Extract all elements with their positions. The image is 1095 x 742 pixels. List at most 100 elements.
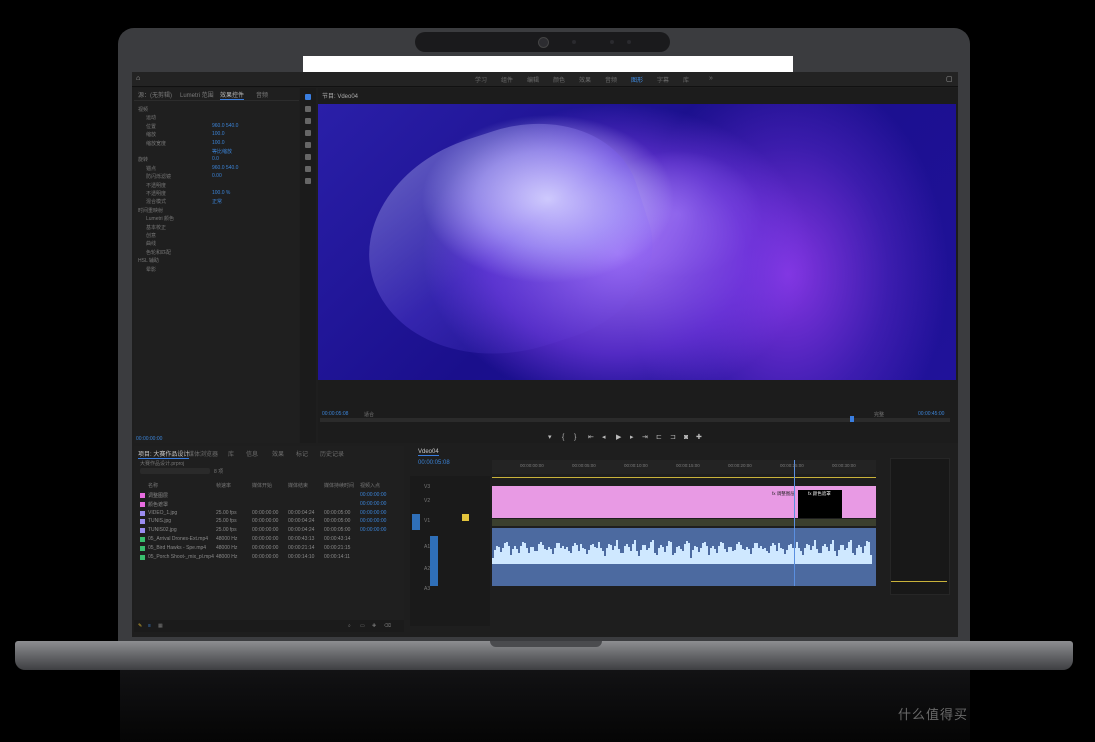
tab-history[interactable]: 历史记录 bbox=[320, 449, 344, 458]
tools-panel bbox=[300, 88, 316, 443]
cell-end: 00:00:04:24 bbox=[288, 509, 315, 516]
audio-clip[interactable] bbox=[492, 528, 876, 586]
project-item[interactable]: 05_Arrival Drones-Ext.mp4 48000 Hz 00:00:0… bbox=[140, 536, 396, 544]
slip-tool-icon[interactable] bbox=[305, 142, 311, 148]
new-item-icon[interactable]: ✚ bbox=[372, 623, 376, 629]
laptop-shadow bbox=[120, 670, 970, 742]
hand-tool-icon[interactable] bbox=[305, 166, 311, 172]
tab-media-browser[interactable]: 媒体浏览器 bbox=[188, 449, 218, 458]
workspace-tab[interactable]: 学习 bbox=[475, 75, 487, 84]
type-tool-icon[interactable] bbox=[305, 178, 311, 184]
column-header[interactable]: 名称 bbox=[148, 482, 158, 489]
project-item[interactable]: 颜色遮罩 00:00:00:00 bbox=[140, 501, 396, 509]
effect-row-value[interactable]: 等比缩放 bbox=[212, 148, 232, 155]
timeline-playhead[interactable] bbox=[794, 460, 795, 586]
mark-in-icon[interactable]: { bbox=[562, 434, 569, 441]
tab-effects[interactable]: 效果 bbox=[272, 449, 284, 458]
workspace-tab[interactable]: 库 bbox=[683, 75, 689, 84]
button-editor-icon[interactable]: ✚ bbox=[696, 434, 703, 441]
cell-fps: 25.00 fps bbox=[216, 509, 237, 516]
project-item[interactable]: TUNIS02.jpg 25.00 fps 00:00:00:00 00:00:04:… bbox=[140, 527, 396, 535]
track-select-tool-icon[interactable] bbox=[305, 106, 311, 112]
tab-libraries[interactable]: 库 bbox=[228, 449, 234, 458]
icon-view-icon[interactable]: ▦ bbox=[158, 623, 163, 629]
export-frame-icon[interactable]: ◙ bbox=[684, 434, 691, 441]
effect-row-value[interactable]: 960.0 540.0 bbox=[212, 165, 238, 171]
project-panel: 项目: 大赛作品设计 媒体浏览器 库 信息 效果 标记 历史记录 大赛作品设计.… bbox=[134, 446, 404, 632]
panel-tab[interactable]: 源：(无剪辑) bbox=[138, 90, 172, 99]
effect-row-value[interactable]: 100.0 % bbox=[212, 190, 230, 196]
monitor-scrubber[interactable] bbox=[320, 418, 950, 422]
tab-markers[interactable]: 标记 bbox=[296, 449, 308, 458]
search-input[interactable] bbox=[140, 468, 210, 474]
work-area-bar[interactable] bbox=[492, 477, 876, 478]
column-header[interactable]: 媒体开始 bbox=[252, 482, 272, 489]
fullscreen-icon[interactable]: ▢ bbox=[946, 75, 953, 83]
marker-icon[interactable]: ▾ bbox=[548, 434, 555, 441]
monitor-title[interactable]: 节目: Vdeo04 bbox=[322, 91, 358, 100]
workspace-tab[interactable]: 编辑 bbox=[527, 75, 539, 84]
fit-dropdown[interactable]: 适合 bbox=[364, 411, 374, 418]
project-item[interactable]: 05_Porch Shoot-_mix_pl.mp4 48000 Hz 00:00:… bbox=[140, 554, 396, 562]
column-header[interactable]: 视频入点 bbox=[360, 482, 380, 489]
razor-tool-icon[interactable] bbox=[305, 130, 311, 136]
step-back-icon[interactable]: ◂ bbox=[602, 434, 609, 441]
item-count: 8 项 bbox=[214, 469, 224, 475]
panel-tab[interactable]: Lumetri 范围 bbox=[180, 90, 214, 99]
search-icon[interactable]: ⌕ bbox=[348, 623, 351, 629]
overwrite-icon[interactable]: ⊐ bbox=[670, 434, 677, 441]
sequence-tab[interactable]: Vdeo04 bbox=[418, 449, 439, 456]
ripple-edit-tool-icon[interactable] bbox=[305, 118, 311, 124]
workspace-tab[interactable]: 音频 bbox=[605, 75, 617, 84]
quality-dropdown[interactable]: 完整 bbox=[874, 411, 884, 418]
project-item[interactable]: 05_Bird Hawks - Spe.mp4 48000 Hz 00:00:00:… bbox=[140, 545, 396, 553]
effect-row-value[interactable]: 正常 bbox=[212, 198, 222, 205]
panel-tab-active[interactable]: 效果控件 bbox=[220, 90, 245, 100]
effect-row-value[interactable]: 0.0 bbox=[212, 156, 219, 162]
home-icon[interactable]: ⌂ bbox=[136, 75, 140, 82]
source-patch-a1[interactable] bbox=[430, 536, 438, 586]
workspace-tab[interactable]: 颜色 bbox=[553, 75, 565, 84]
workspace-tab-active[interactable]: 图形 bbox=[631, 75, 643, 84]
mark-out-icon[interactable]: } bbox=[574, 434, 581, 441]
pencil-icon[interactable]: ✎ bbox=[138, 623, 142, 629]
playhead-marker[interactable] bbox=[850, 416, 854, 422]
project-item[interactable]: TUNIS.jpg 25.00 fps 00:00:00:00 00:00:04:24… bbox=[140, 518, 396, 526]
panel-tab[interactable]: 音频 bbox=[256, 90, 268, 99]
source-patch-v1[interactable] bbox=[412, 514, 420, 530]
more-icon[interactable]: » bbox=[709, 75, 713, 82]
pen-tool-icon[interactable] bbox=[305, 154, 311, 160]
tab-project[interactable]: 项目: 大赛作品设计 bbox=[138, 449, 190, 459]
play-icon[interactable]: ▶ bbox=[616, 434, 623, 441]
cell-end: 00:00:04:24 bbox=[288, 518, 315, 525]
column-header[interactable]: 帧速率 bbox=[216, 482, 231, 489]
cell-duration: 00:00:05:00 bbox=[324, 527, 351, 534]
new-bin-icon[interactable]: ▭ bbox=[360, 623, 365, 629]
cell-duration: 00:00:05:00 bbox=[324, 509, 351, 516]
workspace-tab[interactable]: 组件 bbox=[501, 75, 513, 84]
cell-name: 05_Porch Shoot-_mix_pl.mp4 bbox=[148, 553, 214, 560]
column-header[interactable]: 媒体结束 bbox=[288, 482, 308, 489]
go-to-in-icon[interactable]: ⇤ bbox=[588, 434, 595, 441]
effect-row-value[interactable]: 100.0 bbox=[212, 140, 225, 146]
ruler-tick: 00:00:10:00 bbox=[624, 463, 648, 468]
sync-lock-icon[interactable] bbox=[462, 514, 469, 521]
column-header[interactable]: 媒体持续时间 bbox=[324, 482, 354, 489]
workspace-tab[interactable]: 字幕 bbox=[657, 75, 669, 84]
project-item[interactable]: VIDEO_1.jpg 25.00 fps 00:00:00:00 00:00:04:… bbox=[140, 510, 396, 518]
timeline-timecode: 00:00:05:08 bbox=[418, 460, 450, 466]
insert-icon[interactable]: ⊏ bbox=[656, 434, 663, 441]
step-forward-icon[interactable]: ▸ bbox=[630, 434, 637, 441]
track-separator bbox=[492, 519, 876, 526]
effect-row-value[interactable]: 0.00 bbox=[212, 173, 222, 179]
list-view-icon[interactable]: ≡ bbox=[148, 623, 151, 629]
workspace-tab[interactable]: 效果 bbox=[579, 75, 591, 84]
tab-info[interactable]: 信息 bbox=[246, 449, 258, 458]
trash-icon[interactable]: ⌫ bbox=[384, 623, 391, 629]
selection-tool-icon[interactable] bbox=[305, 94, 311, 100]
effect-row-value[interactable]: 960.0 540.0 bbox=[212, 123, 238, 129]
effect-row-value[interactable]: 100.0 bbox=[212, 131, 225, 137]
go-to-out-icon[interactable]: ⇥ bbox=[642, 434, 649, 441]
project-item[interactable]: 调整图层 00:00:00:00 bbox=[140, 492, 396, 500]
cell-start: 00:00:00:00 bbox=[252, 536, 279, 542]
